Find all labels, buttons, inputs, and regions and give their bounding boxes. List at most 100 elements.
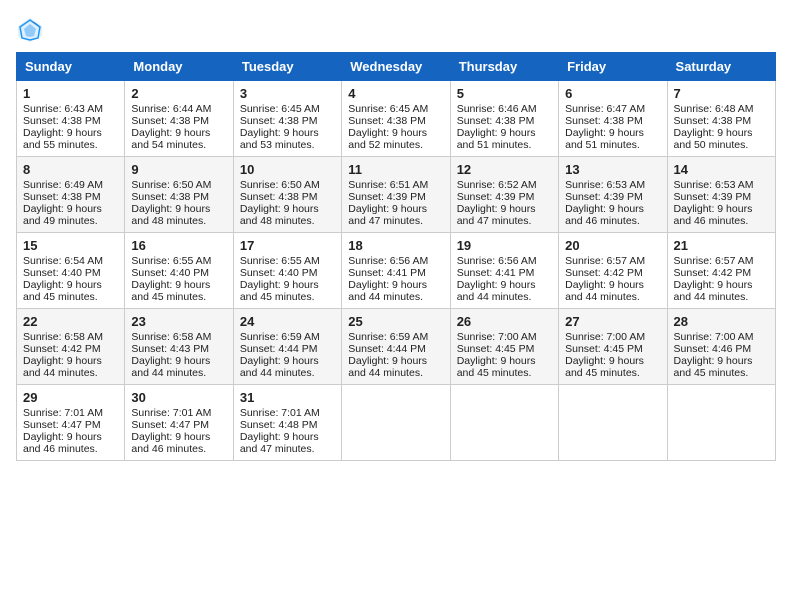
sunrise: Sunrise: 7:01 AM — [23, 407, 103, 419]
sunset: Sunset: 4:41 PM — [457, 267, 535, 279]
calendar-week-row: 15 Sunrise: 6:54 AM Sunset: 4:40 PM Dayl… — [17, 233, 776, 309]
sunrise: Sunrise: 6:59 AM — [348, 331, 428, 343]
daylight: Daylight: 9 hours and 47 minutes. — [348, 203, 427, 227]
day-number: 21 — [674, 238, 769, 253]
sunset: Sunset: 4:38 PM — [131, 115, 209, 127]
sunrise: Sunrise: 6:53 AM — [674, 179, 754, 191]
calendar-cell — [450, 385, 558, 461]
daylight: Daylight: 9 hours and 45 minutes. — [131, 279, 210, 303]
calendar-cell: 27 Sunrise: 7:00 AM Sunset: 4:45 PM Dayl… — [559, 309, 667, 385]
calendar-week-row: 1 Sunrise: 6:43 AM Sunset: 4:38 PM Dayli… — [17, 81, 776, 157]
day-number: 26 — [457, 314, 552, 329]
sunset: Sunset: 4:44 PM — [348, 343, 426, 355]
sunset: Sunset: 4:38 PM — [565, 115, 643, 127]
calendar-cell: 24 Sunrise: 6:59 AM Sunset: 4:44 PM Dayl… — [233, 309, 341, 385]
daylight: Daylight: 9 hours and 46 minutes. — [23, 431, 102, 455]
calendar-table: SundayMondayTuesdayWednesdayThursdayFrid… — [16, 52, 776, 461]
daylight: Daylight: 9 hours and 48 minutes. — [131, 203, 210, 227]
sunrise: Sunrise: 6:54 AM — [23, 255, 103, 267]
calendar-header-friday: Friday — [559, 53, 667, 81]
sunrise: Sunrise: 6:58 AM — [131, 331, 211, 343]
calendar-cell — [667, 385, 775, 461]
calendar-cell: 4 Sunrise: 6:45 AM Sunset: 4:38 PM Dayli… — [342, 81, 450, 157]
calendar-cell: 21 Sunrise: 6:57 AM Sunset: 4:42 PM Dayl… — [667, 233, 775, 309]
daylight: Daylight: 9 hours and 45 minutes. — [240, 279, 319, 303]
daylight: Daylight: 9 hours and 47 minutes. — [240, 431, 319, 455]
sunset: Sunset: 4:47 PM — [131, 419, 209, 431]
sunset: Sunset: 4:42 PM — [565, 267, 643, 279]
sunset: Sunset: 4:42 PM — [23, 343, 101, 355]
sunrise: Sunrise: 7:01 AM — [240, 407, 320, 419]
sunrise: Sunrise: 6:58 AM — [23, 331, 103, 343]
calendar-cell: 31 Sunrise: 7:01 AM Sunset: 4:48 PM Dayl… — [233, 385, 341, 461]
calendar-cell: 22 Sunrise: 6:58 AM Sunset: 4:42 PM Dayl… — [17, 309, 125, 385]
sunset: Sunset: 4:40 PM — [23, 267, 101, 279]
calendar-cell: 17 Sunrise: 6:55 AM Sunset: 4:40 PM Dayl… — [233, 233, 341, 309]
day-number: 18 — [348, 238, 443, 253]
daylight: Daylight: 9 hours and 44 minutes. — [240, 355, 319, 379]
calendar-cell: 12 Sunrise: 6:52 AM Sunset: 4:39 PM Dayl… — [450, 157, 558, 233]
calendar-cell: 25 Sunrise: 6:59 AM Sunset: 4:44 PM Dayl… — [342, 309, 450, 385]
logo — [16, 16, 48, 44]
sunrise: Sunrise: 6:55 AM — [240, 255, 320, 267]
sunrise: Sunrise: 6:55 AM — [131, 255, 211, 267]
day-number: 27 — [565, 314, 660, 329]
sunrise: Sunrise: 6:51 AM — [348, 179, 428, 191]
calendar-cell: 29 Sunrise: 7:01 AM Sunset: 4:47 PM Dayl… — [17, 385, 125, 461]
daylight: Daylight: 9 hours and 44 minutes. — [23, 355, 102, 379]
day-number: 1 — [23, 86, 118, 101]
calendar-header-sunday: Sunday — [17, 53, 125, 81]
sunset: Sunset: 4:38 PM — [674, 115, 752, 127]
daylight: Daylight: 9 hours and 44 minutes. — [565, 279, 644, 303]
day-number: 17 — [240, 238, 335, 253]
sunset: Sunset: 4:38 PM — [348, 115, 426, 127]
day-number: 28 — [674, 314, 769, 329]
calendar-cell: 15 Sunrise: 6:54 AM Sunset: 4:40 PM Dayl… — [17, 233, 125, 309]
day-number: 13 — [565, 162, 660, 177]
day-number: 24 — [240, 314, 335, 329]
sunset: Sunset: 4:46 PM — [674, 343, 752, 355]
daylight: Daylight: 9 hours and 44 minutes. — [457, 279, 536, 303]
calendar-cell: 10 Sunrise: 6:50 AM Sunset: 4:38 PM Dayl… — [233, 157, 341, 233]
sunset: Sunset: 4:42 PM — [674, 267, 752, 279]
day-number: 19 — [457, 238, 552, 253]
daylight: Daylight: 9 hours and 55 minutes. — [23, 127, 102, 151]
day-number: 3 — [240, 86, 335, 101]
day-number: 23 — [131, 314, 226, 329]
daylight: Daylight: 9 hours and 44 minutes. — [131, 355, 210, 379]
sunrise: Sunrise: 6:48 AM — [674, 103, 754, 115]
calendar-cell: 14 Sunrise: 6:53 AM Sunset: 4:39 PM Dayl… — [667, 157, 775, 233]
day-number: 6 — [565, 86, 660, 101]
daylight: Daylight: 9 hours and 47 minutes. — [457, 203, 536, 227]
day-number: 7 — [674, 86, 769, 101]
sunrise: Sunrise: 6:43 AM — [23, 103, 103, 115]
day-number: 14 — [674, 162, 769, 177]
sunrise: Sunrise: 6:49 AM — [23, 179, 103, 191]
day-number: 16 — [131, 238, 226, 253]
sunset: Sunset: 4:38 PM — [23, 115, 101, 127]
calendar-cell: 11 Sunrise: 6:51 AM Sunset: 4:39 PM Dayl… — [342, 157, 450, 233]
daylight: Daylight: 9 hours and 46 minutes. — [565, 203, 644, 227]
day-number: 10 — [240, 162, 335, 177]
sunset: Sunset: 4:39 PM — [674, 191, 752, 203]
sunrise: Sunrise: 6:44 AM — [131, 103, 211, 115]
sunset: Sunset: 4:38 PM — [240, 191, 318, 203]
daylight: Daylight: 9 hours and 44 minutes. — [348, 355, 427, 379]
calendar-week-row: 22 Sunrise: 6:58 AM Sunset: 4:42 PM Dayl… — [17, 309, 776, 385]
daylight: Daylight: 9 hours and 49 minutes. — [23, 203, 102, 227]
sunset: Sunset: 4:41 PM — [348, 267, 426, 279]
daylight: Daylight: 9 hours and 53 minutes. — [240, 127, 319, 151]
daylight: Daylight: 9 hours and 48 minutes. — [240, 203, 319, 227]
day-number: 31 — [240, 390, 335, 405]
day-number: 2 — [131, 86, 226, 101]
calendar-header-thursday: Thursday — [450, 53, 558, 81]
day-number: 9 — [131, 162, 226, 177]
calendar-cell: 5 Sunrise: 6:46 AM Sunset: 4:38 PM Dayli… — [450, 81, 558, 157]
sunrise: Sunrise: 7:01 AM — [131, 407, 211, 419]
sunset: Sunset: 4:40 PM — [240, 267, 318, 279]
calendar-cell: 2 Sunrise: 6:44 AM Sunset: 4:38 PM Dayli… — [125, 81, 233, 157]
sunset: Sunset: 4:43 PM — [131, 343, 209, 355]
page-header — [16, 16, 776, 44]
sunrise: Sunrise: 6:50 AM — [240, 179, 320, 191]
calendar-cell: 8 Sunrise: 6:49 AM Sunset: 4:38 PM Dayli… — [17, 157, 125, 233]
